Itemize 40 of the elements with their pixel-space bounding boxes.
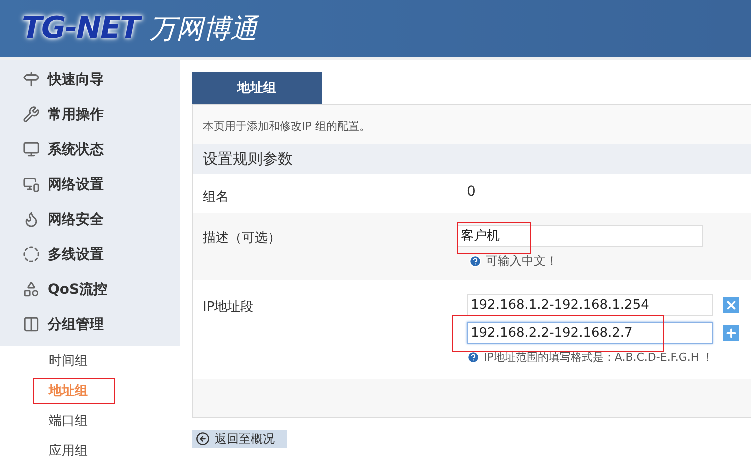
plus-icon: [724, 326, 738, 340]
group-name-value: 0: [466, 184, 476, 202]
sidebar-item[interactable]: 网络安全: [0, 202, 180, 237]
section-title: 设置规则参数: [193, 144, 751, 174]
sidebar-item[interactable]: 多线设置: [0, 237, 180, 272]
submenu-item[interactable]: 应用组: [0, 436, 180, 462]
signpost-icon: [23, 71, 40, 88]
logo-text: TG-NET: [22, 11, 140, 46]
description-field[interactable]: 客户机: [457, 225, 703, 247]
monitor-icon: [23, 141, 40, 158]
submenu-item[interactable]: 时间组: [0, 346, 180, 376]
ip-range-field[interactable]: 192.168.1.2-192.168.1.254: [467, 294, 713, 316]
dashed-circle-icon: [23, 246, 40, 263]
ip-range-field[interactable]: 192.168.2.2-192.168.2.7: [467, 322, 713, 344]
field-label: 组名: [202, 189, 230, 203]
sidebar-item[interactable]: 网络设置: [0, 167, 180, 202]
field-label: IP地址段: [202, 299, 255, 317]
remove-button[interactable]: [723, 297, 739, 313]
hint-text: 可输入中文！: [457, 253, 703, 270]
screen-icon: [23, 176, 40, 193]
hint-text: IP地址范围的填写格式是：A.B.C.D-E.F.G.H ！: [467, 350, 739, 365]
help-icon: [467, 351, 480, 364]
intro-text: 本页用于添加和修改IP 组的配置。: [202, 119, 372, 135]
logo-title: 万网博通: [150, 12, 258, 46]
back-link[interactable]: 返回至概况: [192, 430, 287, 448]
sidebar-item[interactable]: QoS流控: [0, 272, 180, 307]
tab[interactable]: 地址组: [192, 72, 322, 104]
sidebar-item[interactable]: 快速向导: [0, 62, 180, 97]
add-button[interactable]: [723, 325, 739, 341]
wrench-icon: [23, 106, 40, 123]
shapes-icon: [23, 281, 40, 298]
sidebar-item[interactable]: 常用操作: [0, 97, 180, 132]
help-icon: [469, 255, 482, 268]
flame-icon: [23, 211, 40, 228]
submenu-item[interactable]: 端口组: [0, 406, 180, 436]
binders-icon: [23, 316, 40, 333]
sidebar-item[interactable]: 系统状态: [0, 132, 180, 167]
close-icon: [724, 298, 738, 312]
sidebar-item[interactable]: 分组管理: [0, 307, 180, 342]
field-label: 描述（可选）: [202, 230, 282, 248]
